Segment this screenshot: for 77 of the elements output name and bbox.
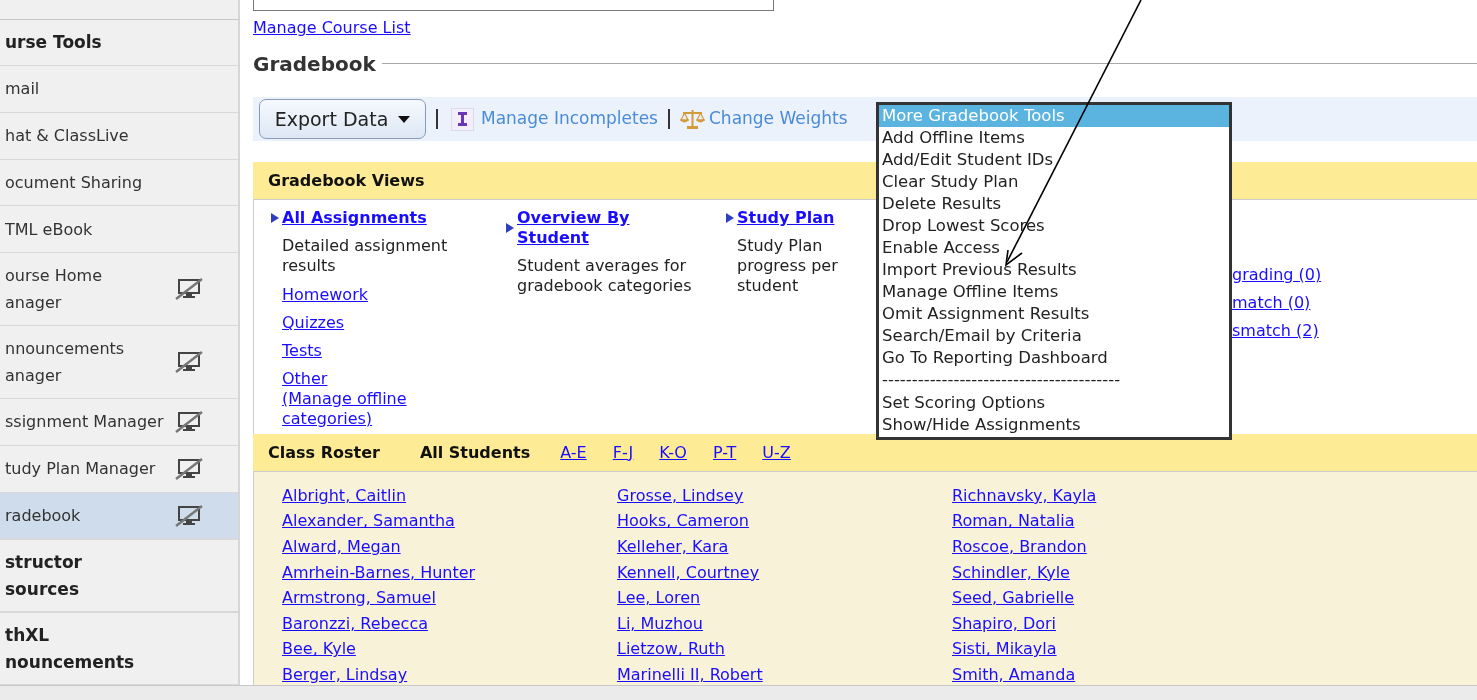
report-link[interactable]: grading (0) [1232, 264, 1322, 285]
roster-filter[interactable]: A-E [560, 440, 587, 465]
category-link[interactable]: Homework [282, 284, 368, 305]
student-link[interactable]: Alexander, Samantha [282, 511, 455, 532]
student-link[interactable]: Sisti, Mikayla [952, 639, 1057, 660]
triangle-icon [506, 222, 514, 233]
sidebar-item[interactable]: mail [0, 65, 238, 113]
student-link[interactable]: Albright, Caitlin [282, 485, 407, 506]
student-link[interactable]: Lietzow, Ruth [617, 639, 725, 660]
view-description: Student averages for gradebook categories [517, 255, 693, 296]
triangle-icon [271, 212, 279, 223]
course-list-link[interactable]: Manage Course List [253, 17, 411, 38]
student-link[interactable]: Roman, Natalia [952, 511, 1075, 532]
report-link[interactable]: smatch (2) [1232, 320, 1319, 341]
triangle-icon [726, 212, 734, 223]
sidebar-heading: thXL nouncements [4, 623, 135, 674]
student-link[interactable]: Alward, Megan [282, 537, 401, 558]
menu-item[interactable]: Omit Assignment Results [879, 303, 1229, 325]
student-link[interactable]: Li, Muzhou [617, 613, 703, 634]
export-button[interactable]: Export Data [259, 99, 426, 140]
menu-item[interactable]: Go To Reporting Dashboard [879, 347, 1229, 369]
menu-item[interactable]: Set Scoring Options [879, 392, 1229, 414]
sidebar-heading: urse Tools [4, 30, 102, 54]
view-link[interactable]: Overview By Student [517, 207, 630, 248]
category-link[interactable]: Tests [282, 340, 322, 361]
view-description: Study Plan progress per student [737, 235, 839, 296]
student-link[interactable]: Kennell, Courtney [617, 562, 760, 583]
student-link[interactable]: Kelleher, Kara [617, 537, 729, 558]
student-link[interactable]: Schindler, Kyle [952, 562, 1070, 583]
category-link[interactable]: Quizzes [282, 312, 345, 333]
view-link[interactable]: Study Plan [737, 207, 835, 228]
menu-item[interactable]: Import Previous Results [879, 259, 1229, 281]
scale-icon [680, 109, 705, 130]
sidebar-item[interactable]: tudy Plan Manager [0, 445, 238, 493]
page-title: Gradebook [253, 50, 377, 78]
view-link[interactable]: All Assignments [282, 207, 427, 228]
roster-filter[interactable]: U-Z [762, 440, 791, 465]
sidebar-item[interactable]: ssignment Manager [0, 398, 238, 446]
student-link[interactable]: Bee, Kyle [282, 639, 356, 660]
menu-item[interactable]: Show/Hide Assignments [879, 414, 1229, 436]
roster-filter[interactable]: P-T [712, 440, 737, 465]
student-link[interactable]: Armstrong, Samuel [282, 588, 436, 609]
sidebar-heading: structor sources [4, 550, 82, 601]
sidebar-item[interactable]: hat & ClassLive [0, 112, 238, 160]
student-link[interactable]: Grosse, Lindsey [617, 485, 744, 506]
student-link[interactable]: Smith, Amanda [952, 665, 1076, 686]
student-link[interactable]: Hooks, Cameron [617, 511, 749, 532]
category-link[interactable]: Other (Manage offline categories) [282, 368, 407, 429]
roster-filter[interactable]: F-J [612, 440, 634, 465]
menu-item[interactable]: Clear Study Plan [879, 171, 1229, 193]
student-link[interactable]: Seed, Gabrielle [952, 588, 1075, 609]
student-link[interactable]: Baronzzi, Rebecca [282, 613, 428, 634]
student-link[interactable]: Marinelli II, Robert [617, 665, 763, 686]
sidebar-item[interactable]: radebook [0, 492, 238, 540]
student-link[interactable]: Shapiro, Dori [952, 613, 1057, 634]
roster-filter[interactable]: K-O [659, 440, 687, 465]
caret-icon [398, 115, 411, 123]
sidebar-item[interactable]: nnouncements anager [0, 326, 238, 399]
student-link[interactable]: Richnavsky, Kayla [952, 485, 1097, 506]
roster-filter[interactable]: All Students [419, 440, 531, 465]
menu-separator: ---------------------------------------- [881, 369, 1122, 391]
student-link[interactable]: Berger, Lindsay [282, 665, 408, 686]
menu-item[interactable]: Enable Access [879, 237, 1229, 259]
incomplete-icon [451, 107, 474, 131]
view-description: Detailed assignment results [282, 235, 449, 276]
menu-item[interactable]: Manage Offline Items [879, 281, 1229, 303]
sidebar-item[interactable]: ourse Home anager [0, 253, 238, 327]
student-link[interactable]: Roscoe, Brandon [952, 537, 1087, 558]
report-link[interactable]: match (0) [1232, 292, 1311, 313]
student-link[interactable]: Lee, Loren [617, 588, 701, 609]
course-select-box[interactable] [253, 0, 774, 11]
sidebar-item[interactable]: ocument Sharing [0, 159, 238, 207]
menu-item[interactable]: Add Offline Items [879, 127, 1229, 149]
section-header: Class Roster All Students A-E F-J K-O P-T U-Z [253, 434, 1477, 472]
menu-item[interactable]: Search/Email by Criteria [879, 325, 1229, 347]
student-link[interactable]: Amrhein-Barnes, Hunter [282, 562, 476, 583]
sidebar-item[interactable]: TML eBook [0, 206, 238, 254]
